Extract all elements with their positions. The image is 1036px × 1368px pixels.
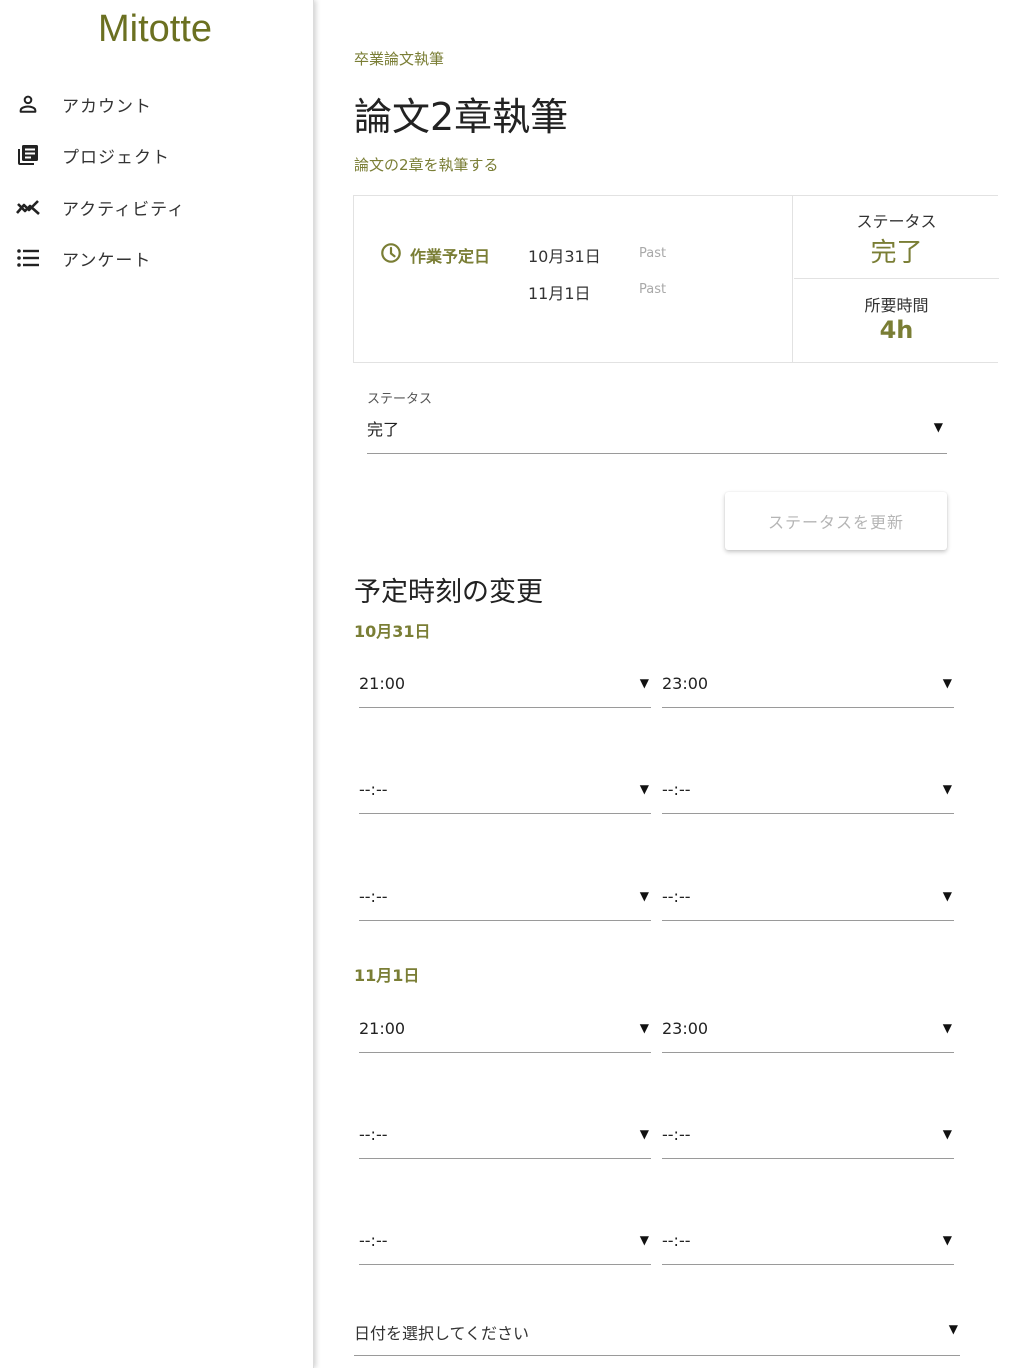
- dropdown-arrow-icon: ▼: [942, 1233, 952, 1247]
- brand-logo[interactable]: Mitotte: [0, 8, 310, 51]
- dropdown-arrow-icon: ▼: [948, 1322, 958, 1336]
- sidebar-item-label: アカウント: [62, 96, 152, 117]
- breadcrumb[interactable]: 卒業論文執筆: [354, 48, 444, 69]
- sidebar-item-label: アクティビティ: [62, 199, 186, 220]
- list-icon: [15, 245, 41, 271]
- time-value: --:--: [359, 887, 388, 906]
- time-value: --:--: [359, 780, 388, 799]
- start-time-select[interactable]: 21:00 ▼: [359, 670, 651, 708]
- dropdown-arrow-icon: ▼: [942, 676, 952, 690]
- dropdown-arrow-icon: ▼: [942, 889, 952, 903]
- dropdown-arrow-icon: ▼: [639, 1233, 649, 1247]
- time-value: --:--: [662, 1125, 691, 1144]
- status-select[interactable]: ステータス 完了 ▼: [367, 386, 947, 454]
- dropdown-arrow-icon: ▼: [933, 420, 943, 434]
- dropdown-arrow-icon: ▼: [639, 889, 649, 903]
- day-heading: 11月1日: [354, 966, 420, 985]
- dropdown-arrow-icon: ▼: [942, 1127, 952, 1141]
- status-select-label: ステータス: [367, 392, 433, 407]
- start-time-select[interactable]: 21:00 ▼: [359, 1015, 651, 1053]
- dropdown-arrow-icon: ▼: [639, 782, 649, 796]
- dropdown-arrow-icon: ▼: [639, 1127, 649, 1141]
- clock-icon: [380, 242, 402, 268]
- end-time-select[interactable]: 23:00 ▼: [662, 1015, 954, 1053]
- account-icon: [15, 91, 41, 117]
- duration-stat: 所要時間 4h: [794, 280, 999, 344]
- page-subtitle: 論文の2章を執筆する: [354, 156, 499, 174]
- time-value: 23:00: [662, 1019, 709, 1038]
- dropdown-arrow-icon: ▼: [942, 782, 952, 796]
- start-time-select[interactable]: --:-- ▼: [359, 883, 651, 921]
- update-status-button[interactable]: ステータスを更新: [725, 492, 947, 550]
- dropdown-arrow-icon: ▼: [639, 676, 649, 690]
- day-heading: 10月31日: [354, 622, 431, 641]
- sidebar-item-label: アンケート: [62, 250, 152, 271]
- sidebar-item-project[interactable]: プロジェクト: [0, 135, 310, 175]
- dropdown-arrow-icon: ▼: [639, 1021, 649, 1035]
- end-time-select[interactable]: 23:00 ▼: [662, 670, 954, 708]
- start-time-select[interactable]: --:-- ▼: [359, 1227, 651, 1265]
- end-time-select[interactable]: --:-- ▼: [662, 776, 954, 814]
- time-value: --:--: [359, 1231, 388, 1250]
- schedule-date: 10月31日: [528, 247, 601, 266]
- status-stat-value: 完了: [870, 238, 923, 268]
- sidebar-item-account[interactable]: アカウント: [0, 84, 310, 124]
- schedule-heading: 作業予定日: [380, 242, 490, 268]
- duration-stat-value: 4h: [879, 316, 914, 344]
- time-value: --:--: [662, 780, 691, 799]
- time-value: 21:00: [359, 1019, 406, 1038]
- schedule-date: 11月1日: [528, 284, 591, 303]
- time-value: 21:00: [359, 674, 406, 693]
- date-picker-select[interactable]: 日付を選択してください ▼: [354, 1316, 960, 1356]
- past-tag: Past: [639, 246, 667, 261]
- reschedule-title: 予定時刻の変更: [354, 577, 543, 608]
- end-time-select[interactable]: --:-- ▼: [662, 1227, 954, 1265]
- library-books-icon: [15, 142, 41, 168]
- dropdown-arrow-icon: ▼: [942, 1021, 952, 1035]
- schedule-panel: 作業予定日 10月31日 Past 11月1日 Past: [354, 196, 793, 362]
- start-time-select[interactable]: --:-- ▼: [359, 1121, 651, 1159]
- date-picker-placeholder: 日付を選択してください: [354, 1324, 530, 1343]
- status-select-value: 完了: [367, 420, 400, 439]
- task-summary-card: 作業予定日 10月31日 Past 11月1日 Past ステータス 完了 所要…: [353, 195, 999, 363]
- schedule-label: 作業予定日: [410, 247, 491, 266]
- sidebar-item-label: プロジェクト: [62, 147, 170, 168]
- main-content: 卒業論文執筆 論文2章執筆 論文の2章を執筆する 作業予定日 10月31日 Pa…: [316, 0, 1036, 1368]
- time-value: 23:00: [662, 674, 709, 693]
- time-value: --:--: [359, 1125, 388, 1144]
- stats-panel: ステータス 完了 所要時間 4h: [794, 196, 999, 362]
- start-time-select[interactable]: --:-- ▼: [359, 776, 651, 814]
- time-value: --:--: [662, 887, 691, 906]
- time-value: --:--: [662, 1231, 691, 1250]
- sidebar-item-survey[interactable]: アンケート: [0, 238, 310, 278]
- past-tag: Past: [639, 282, 667, 297]
- trending-icon: [15, 194, 41, 220]
- page-title: 論文2章執筆: [354, 95, 569, 139]
- sidebar: Mitotte アカウント プロジェクト アクティビティ アンケート: [0, 0, 314, 1368]
- end-time-select[interactable]: --:-- ▼: [662, 1121, 954, 1159]
- sidebar-item-activity[interactable]: アクティビティ: [0, 187, 310, 227]
- duration-stat-label: 所要時間: [864, 296, 929, 315]
- status-stat-label: ステータス: [856, 212, 937, 231]
- status-stat: ステータス 完了: [794, 196, 999, 279]
- end-time-select[interactable]: --:-- ▼: [662, 883, 954, 921]
